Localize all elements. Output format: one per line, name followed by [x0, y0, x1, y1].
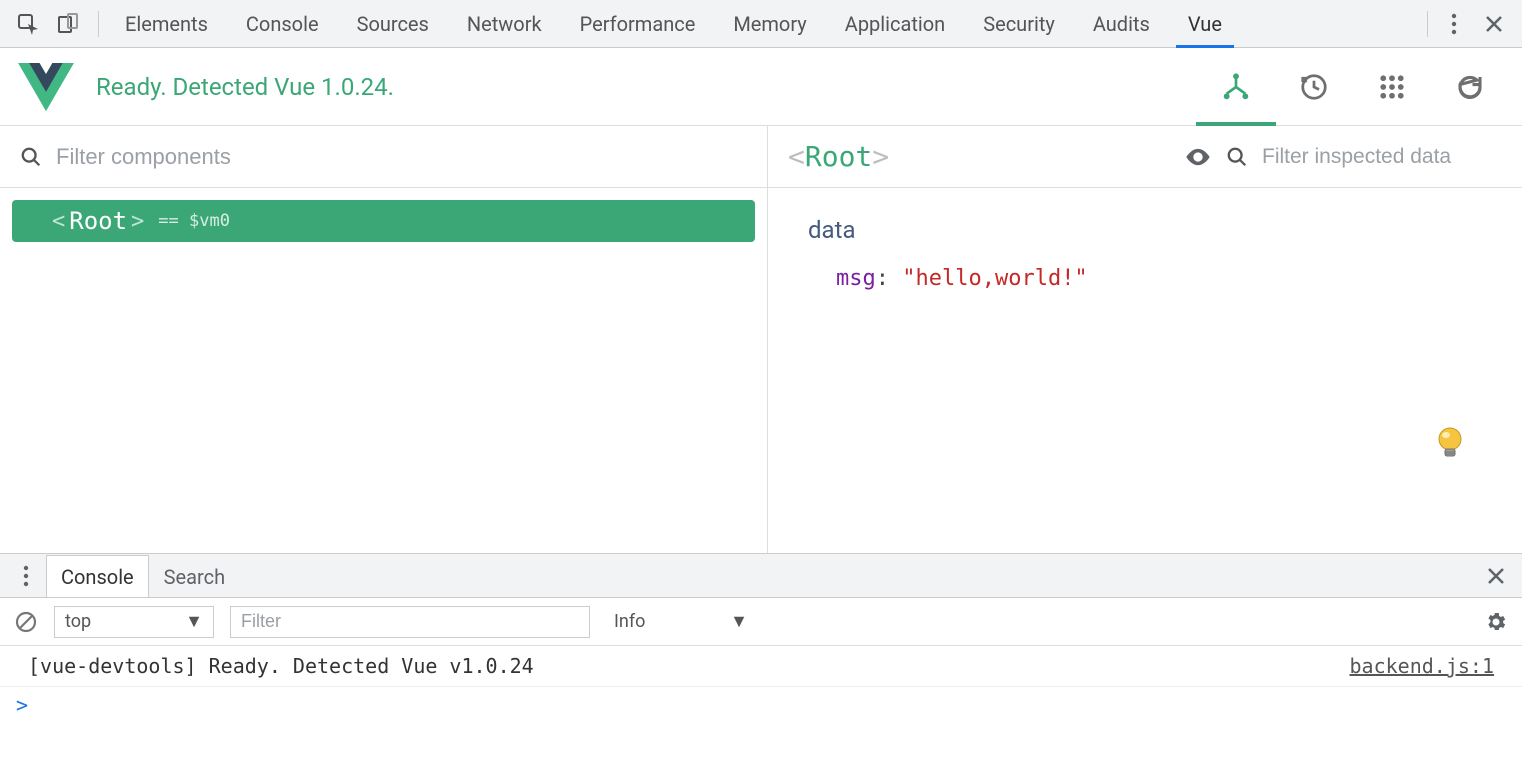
devtools-right-controls: [1421, 0, 1514, 48]
tab-application[interactable]: Application: [829, 0, 961, 47]
tab-elements[interactable]: Elements: [109, 0, 224, 47]
context-select[interactable]: top ▼: [54, 606, 214, 638]
devtools-tabbar: Elements Console Sources Network Perform…: [0, 0, 1522, 48]
console-drawer: Console Search top ▼ Info ▼ [vue-devtool…: [0, 554, 1522, 723]
drawer-tab-console[interactable]: Console: [46, 555, 149, 597]
caret-down-icon: ▼: [185, 611, 203, 632]
tab-console[interactable]: Console: [230, 0, 335, 47]
tab-sources[interactable]: Sources: [341, 0, 445, 47]
drawer-kebab-icon[interactable]: [6, 565, 46, 587]
log-level-select[interactable]: Info ▼: [606, 606, 756, 638]
vue-logo-icon: [18, 63, 74, 111]
components-filter-input[interactable]: [56, 144, 747, 170]
gear-icon[interactable]: [1484, 610, 1508, 634]
component-tree-root[interactable]: < Root > == $vm0: [12, 200, 755, 242]
log-level-value: Info: [614, 611, 645, 632]
devtools-tabs: Elements Console Sources Network Perform…: [109, 0, 1238, 47]
vuex-tab-icon[interactable]: [1370, 48, 1414, 126]
inspect-element-icon[interactable]: [8, 0, 48, 48]
vue-devtools-tabs: [1214, 48, 1504, 126]
inspector-panel: <Root> data msg: "hello,world!": [768, 126, 1522, 553]
tab-audits[interactable]: Audits: [1077, 0, 1166, 47]
component-vm-ref: == $vm0: [158, 211, 230, 231]
lightbulb-icon[interactable]: [1432, 425, 1468, 461]
console-toolbar: top ▼ Info ▼: [0, 598, 1522, 646]
inspector-filter-input[interactable]: [1262, 145, 1502, 169]
drawer-close-icon[interactable]: [1476, 566, 1516, 586]
tab-performance[interactable]: Performance: [564, 0, 712, 47]
drawer-tab-bar: Console Search: [0, 554, 1522, 598]
events-tab-icon[interactable]: [1292, 48, 1336, 126]
component-name: Root: [69, 207, 127, 235]
tab-network[interactable]: Network: [451, 0, 558, 47]
search-icon: [20, 146, 42, 168]
search-icon: [1226, 146, 1248, 168]
eye-icon[interactable]: [1184, 143, 1212, 171]
inspector-prop-row[interactable]: msg: "hello,world!": [808, 266, 1482, 291]
divider: [98, 11, 99, 37]
context-select-value: top: [65, 611, 91, 632]
vue-status-text: Ready. Detected Vue 1.0.24.: [96, 73, 394, 101]
vue-devtools-header: Ready. Detected Vue 1.0.24.: [0, 48, 1522, 126]
tab-vue[interactable]: Vue: [1172, 0, 1238, 47]
components-filter-bar: [0, 126, 767, 188]
components-panel: < Root > == $vm0: [0, 126, 768, 553]
kebab-menu-icon[interactable]: [1434, 0, 1474, 48]
console-filter-input[interactable]: [230, 606, 590, 638]
inspector-body: data msg: "hello,world!": [768, 188, 1522, 319]
angle-open: <: [52, 209, 65, 234]
inspector-section-title: data: [808, 216, 1482, 244]
tab-memory[interactable]: Memory: [717, 0, 822, 47]
angle-close: >: [131, 209, 144, 234]
prop-key: msg: [836, 266, 876, 291]
prop-value: "hello,world!": [902, 266, 1087, 291]
divider: [1427, 11, 1428, 37]
caret-down-icon: ▼: [730, 611, 748, 632]
components-tab-icon[interactable]: [1214, 48, 1258, 126]
component-tree: < Root > == $vm0: [0, 188, 767, 254]
console-log-source[interactable]: backend.js:1: [1350, 654, 1495, 678]
inspector-header: <Root>: [768, 126, 1522, 188]
console-log-row: [vue-devtools] Ready. Detected Vue v1.0.…: [0, 646, 1522, 687]
tab-security[interactable]: Security: [967, 0, 1071, 47]
console-log-message: [vue-devtools] Ready. Detected Vue v1.0.…: [28, 654, 534, 678]
console-prompt[interactable]: >: [0, 687, 1522, 723]
main-split: < Root > == $vm0 <Root> data msg: ": [0, 126, 1522, 554]
device-toggle-icon[interactable]: [48, 0, 88, 48]
selected-component-label: <Root>: [788, 140, 889, 173]
close-devtools-icon[interactable]: [1474, 0, 1514, 48]
clear-console-icon[interactable]: [14, 610, 38, 634]
refresh-icon[interactable]: [1448, 48, 1492, 126]
drawer-tab-search[interactable]: Search: [149, 555, 240, 597]
